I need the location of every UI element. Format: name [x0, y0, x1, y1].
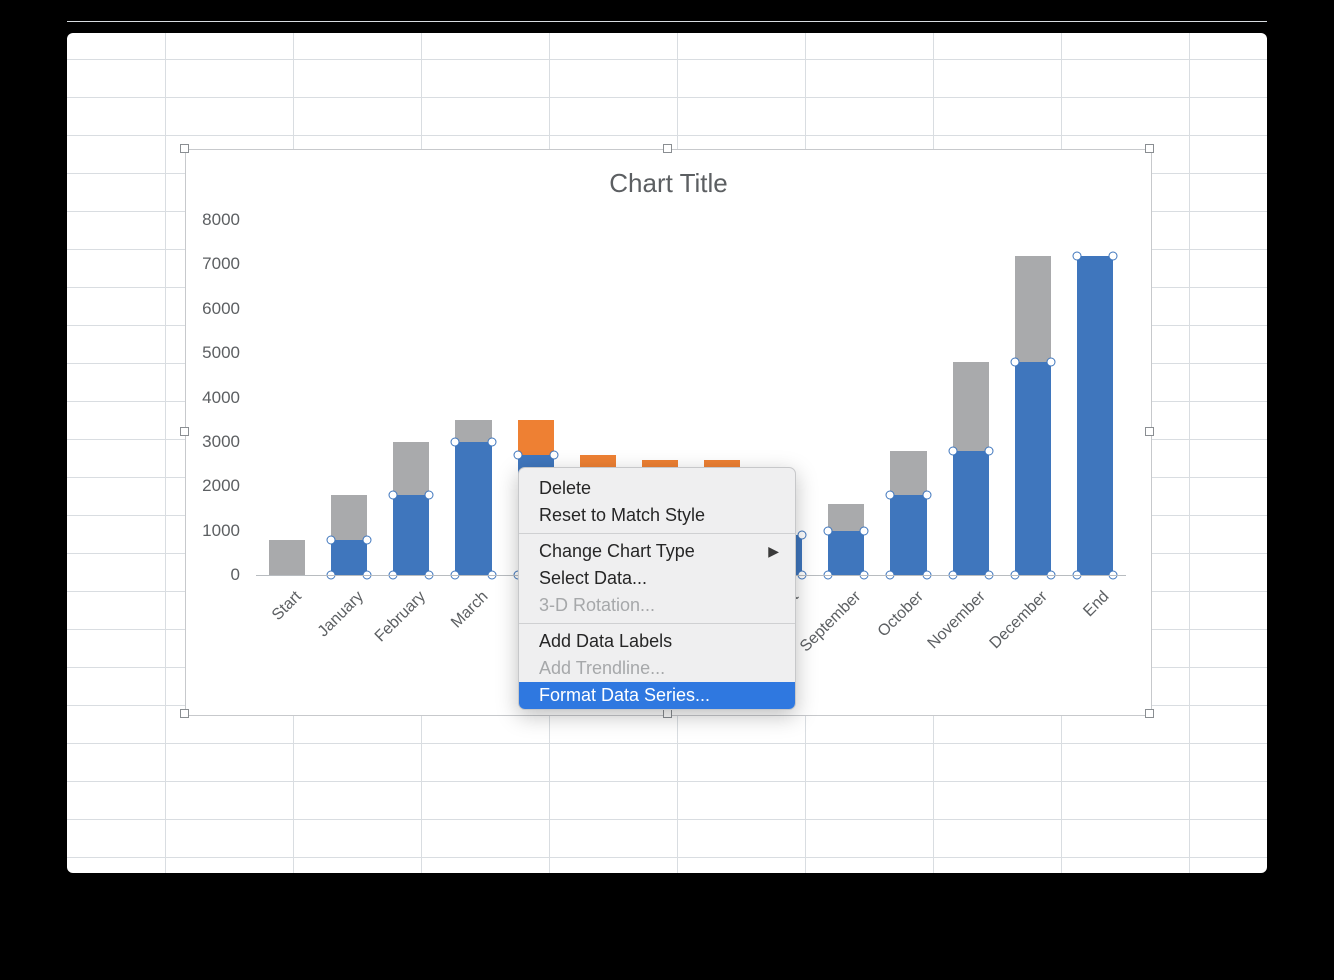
y-axis-ticks: 010002000300040005000600070008000 [186, 220, 246, 575]
menu-item-label: Change Chart Type [539, 541, 695, 562]
series-selection-handle[interactable] [984, 446, 993, 455]
y-tick-label: 0 [231, 565, 240, 585]
menu-item-label: Reset to Match Style [539, 505, 705, 526]
series-selection-handle[interactable] [327, 535, 336, 544]
menu-item-add-trendline: Add Trendline... [519, 655, 795, 682]
bar-base[interactable] [455, 442, 491, 575]
bar-base[interactable] [828, 531, 864, 575]
menu-item-label: Format Data Series... [539, 685, 710, 706]
bar-base[interactable] [1015, 362, 1051, 575]
y-tick-label: 5000 [202, 343, 240, 363]
series-selection-handle[interactable] [389, 491, 398, 500]
menu-item-delete[interactable]: Delete [519, 475, 795, 502]
series-selection-handle[interactable] [363, 535, 372, 544]
x-tick-label: September [797, 588, 865, 656]
chart-resize-handle[interactable] [1145, 427, 1154, 436]
series-selection-handle[interactable] [1046, 358, 1055, 367]
spreadsheet-window: Chart Title 0 1000 2000 3000 4000 5000 6000 700… [67, 33, 1267, 873]
series-selection-handle[interactable] [948, 446, 957, 455]
y-tick-label: 3000 [202, 432, 240, 452]
menu-item-label: Add Data Labels [539, 631, 672, 652]
x-tick-label: Start [269, 588, 306, 625]
bar-increase[interactable] [331, 495, 367, 539]
x-tick-label: October [874, 588, 927, 641]
menu-item-select-data[interactable]: Select Data... [519, 565, 795, 592]
x-tick-label: November [924, 588, 989, 653]
x-tick-label: March [448, 588, 492, 632]
y-tick-label: 2000 [202, 476, 240, 496]
menu-item-label: Select Data... [539, 568, 647, 589]
series-selection-handle[interactable] [824, 526, 833, 535]
chart-title[interactable]: Chart Title [186, 168, 1151, 199]
series-selection-handle[interactable] [549, 451, 558, 460]
bar-increase[interactable] [828, 504, 864, 531]
series-selection-handle[interactable] [860, 526, 869, 535]
x-tick-label: February [372, 588, 430, 646]
chart-resize-handle[interactable] [180, 144, 189, 153]
chart-resize-handle[interactable] [663, 709, 672, 718]
chart-resize-handle[interactable] [180, 427, 189, 436]
menu-item-label: 3-D Rotation... [539, 595, 655, 616]
chart-resize-handle[interactable] [1145, 144, 1154, 153]
menu-item-format-data-series[interactable]: Format Data Series... [519, 682, 795, 709]
bar-increase[interactable] [953, 362, 989, 451]
series-selection-handle[interactable] [487, 437, 496, 446]
bar-increase[interactable] [890, 451, 926, 495]
context-menu[interactable]: Delete Reset to Match Style Change Chart … [518, 467, 796, 710]
series-selection-handle[interactable] [886, 491, 895, 500]
series-selection-handle[interactable] [1108, 251, 1117, 260]
x-tick-label: December [987, 588, 1052, 653]
menu-item-change-chart-type[interactable]: Change Chart Type ▶ [519, 538, 795, 565]
series-selection-handle[interactable] [1010, 358, 1019, 367]
bar-increase[interactable] [455, 420, 491, 442]
menu-item-3-d-rotation: 3-D Rotation... [519, 592, 795, 619]
chart-resize-handle[interactable] [663, 144, 672, 153]
bar-increase[interactable] [269, 540, 305, 576]
bar-base[interactable] [331, 540, 367, 576]
bar-base[interactable] [890, 495, 926, 575]
y-tick-label: 4000 [202, 388, 240, 408]
menu-separator [519, 623, 795, 624]
bar-increase[interactable] [393, 442, 429, 495]
menu-item-label: Delete [539, 478, 591, 499]
menu-item-label: Add Trendline... [539, 658, 665, 679]
submenu-arrow-icon: ▶ [768, 543, 779, 560]
series-selection-handle[interactable] [425, 491, 434, 500]
chart-resize-handle[interactable] [180, 709, 189, 718]
y-tick-label: 1000 [202, 521, 240, 541]
series-selection-handle[interactable] [451, 437, 460, 446]
menu-item-add-data-labels[interactable]: Add Data Labels [519, 628, 795, 655]
bar-base[interactable] [1077, 256, 1113, 576]
y-tick-label: 8000 [202, 210, 240, 230]
series-selection-handle[interactable] [798, 531, 807, 540]
bar-decrease[interactable] [518, 420, 554, 456]
y-tick-label: 6000 [202, 299, 240, 319]
bar-base[interactable] [393, 495, 429, 575]
series-selection-handle[interactable] [1072, 251, 1081, 260]
x-tick-label: End [1081, 588, 1114, 621]
chart-resize-handle[interactable] [1145, 709, 1154, 718]
y-tick-label: 7000 [202, 254, 240, 274]
bar-increase[interactable] [1015, 256, 1051, 363]
menu-separator [519, 533, 795, 534]
series-selection-handle[interactable] [922, 491, 931, 500]
series-selection-handle[interactable] [513, 451, 522, 460]
bar-base[interactable] [953, 451, 989, 575]
x-tick-label: January [315, 588, 368, 641]
menu-item-reset-to-match-style[interactable]: Reset to Match Style [519, 502, 795, 529]
